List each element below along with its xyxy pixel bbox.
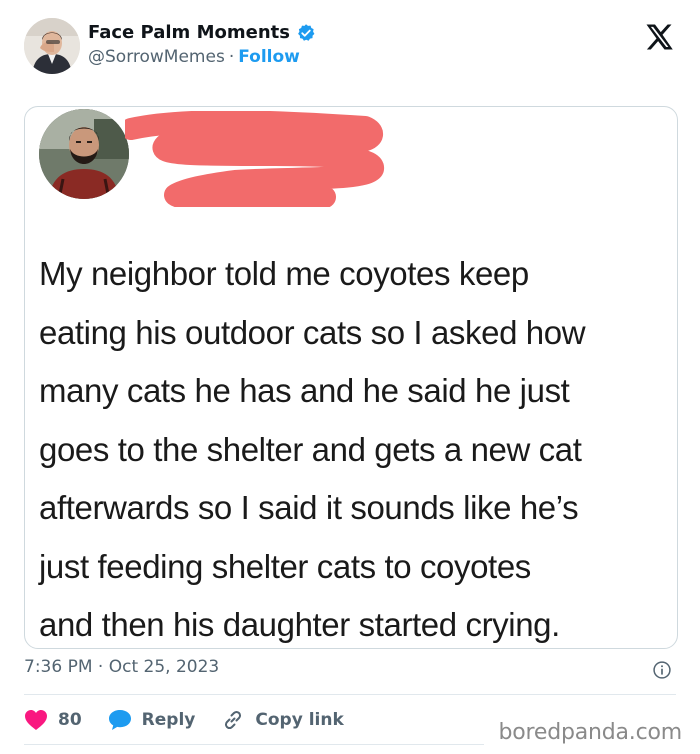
- x-logo-icon[interactable]: [644, 22, 674, 52]
- heart-icon: [25, 710, 47, 730]
- tweet-timestamp[interactable]: 7:36 PM · Oct 25, 2023: [24, 657, 219, 677]
- author-name-row: Face Palm Moments: [88, 22, 316, 43]
- reply-button[interactable]: Reply: [108, 709, 196, 731]
- tweet-header: Face Palm Moments @SorrowMemes · Follow: [0, 0, 700, 95]
- quoted-tweet-image[interactable]: My neighbor told me coyotes keep eating …: [24, 106, 678, 649]
- tweet-line: and then his daughter started crying.: [39, 606, 560, 643]
- site-watermark: boredpanda.com: [498, 720, 682, 745]
- like-button[interactable]: 80: [24, 709, 82, 731]
- bottom-divider: [24, 744, 484, 745]
- link-icon: [225, 710, 242, 730]
- tweet-line: eating his outdoor cats so I asked how: [39, 313, 586, 351]
- tweet-time: 7:36 PM: [24, 657, 93, 677]
- copy-link-label: Copy link: [255, 710, 344, 730]
- author-handle-row: @SorrowMemes · Follow: [88, 47, 300, 67]
- tweet-date: Oct 25, 2023: [108, 657, 220, 677]
- tweet-line: many cats he has and he said he just: [39, 372, 570, 409]
- author-display-name[interactable]: Face Palm Moments: [88, 22, 290, 43]
- speech-bubble-icon: [108, 710, 131, 730]
- handle-separator: ·: [228, 47, 235, 67]
- tweet-actions: 80 Reply Copy link: [24, 707, 370, 733]
- like-count: 80: [58, 710, 82, 730]
- author-handle[interactable]: @SorrowMemes: [88, 47, 225, 67]
- tweet-line: goes to the shelter and gets a new cat: [39, 430, 582, 468]
- tweet-line: afterwards so I said it sounds like he’s: [39, 489, 579, 526]
- verified-badge-icon: [298, 23, 315, 41]
- avatar-photo-icon: [24, 18, 80, 74]
- copy-link-button[interactable]: Copy link: [221, 708, 344, 732]
- quoted-author-avatar: [39, 109, 129, 199]
- reply-label: Reply: [141, 710, 196, 730]
- author-avatar[interactable]: [24, 18, 80, 74]
- redaction-scribble: [125, 111, 384, 207]
- quoted-tweet-text: My neighbor told me coyotes keep eating …: [39, 245, 669, 648]
- divider: [24, 694, 676, 695]
- tweet-line: just feeding shelter cats to coyotes: [39, 547, 531, 585]
- info-icon[interactable]: [652, 660, 672, 680]
- timestamp-separator: ·: [97, 657, 104, 677]
- follow-button[interactable]: Follow: [238, 47, 300, 67]
- bearded-man-avatar-icon: [39, 109, 129, 199]
- tweet-line: My neighbor told me coyotes keep: [39, 255, 529, 292]
